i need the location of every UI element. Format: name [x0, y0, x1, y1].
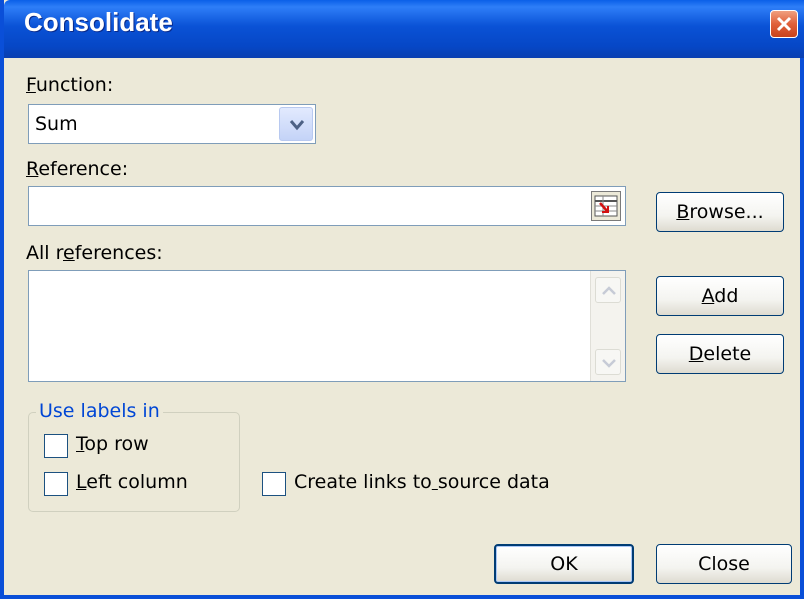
close-window-button[interactable] [770, 10, 798, 38]
chevron-down-icon [289, 120, 305, 131]
all-references-label-start: All r [26, 242, 63, 264]
browse-button[interactable]: Browse... [656, 192, 784, 232]
ok-button[interactable]: OK [494, 544, 634, 584]
use-labels-legend: Use labels in [36, 400, 163, 422]
vertical-scrollbar[interactable] [590, 271, 625, 381]
delete-button[interactable]: Delete [656, 334, 784, 374]
function-value: Sum [35, 113, 78, 135]
add-mnemonic: A [701, 285, 715, 307]
create-links-label[interactable]: Create links to source data [294, 471, 550, 493]
use-labels-group [28, 412, 240, 512]
all-references-label: All references: [26, 242, 163, 264]
left-column-checkbox[interactable] [44, 472, 68, 496]
reference-label-rest: eference: [38, 158, 129, 180]
all-references-list[interactable] [28, 270, 626, 382]
top-row-checkbox[interactable] [44, 434, 68, 458]
create-links-start: Create links to [294, 471, 432, 493]
reference-input[interactable] [28, 186, 626, 226]
add-button[interactable]: Add [656, 276, 784, 316]
title-bar[interactable]: Consolidate [4, 0, 804, 58]
all-references-label-rest: ferences: [74, 242, 163, 264]
function-label-mnemonic: F [26, 74, 36, 96]
function-label-rest: unction: [35, 74, 114, 96]
function-label: Function: [26, 74, 113, 96]
collapse-dialog-button[interactable] [591, 191, 621, 221]
reference-label-mnemonic: R [26, 158, 39, 180]
close-button[interactable]: Close [656, 544, 792, 584]
create-links-rest: source data [437, 471, 550, 493]
browse-mnemonic: B [676, 201, 690, 223]
consolidate-dialog: Consolidate Function: Sum Reference: Bro… [0, 0, 804, 599]
scroll-up-button[interactable] [595, 277, 621, 303]
function-combobox[interactable]: Sum [28, 104, 316, 144]
top-row-rest: op row [84, 433, 149, 455]
window-title: Consolidate [24, 7, 173, 37]
delete-rest: elete [703, 343, 752, 365]
top-row-label[interactable]: Top row [76, 433, 149, 455]
reference-label: Reference: [26, 158, 128, 180]
left-column-rest: eft column [86, 471, 188, 493]
scroll-down-button[interactable] [595, 349, 621, 375]
delete-mnemonic: D [688, 343, 704, 365]
close-icon [776, 16, 792, 32]
chevron-down-icon [602, 359, 616, 368]
left-column-label[interactable]: Left column [76, 471, 188, 493]
left-column-mnemonic: L [76, 471, 87, 493]
browse-rest: rowse... [689, 201, 764, 223]
all-references-mnemonic: e [63, 242, 75, 264]
range-select-icon [594, 195, 618, 217]
chevron-up-icon [602, 286, 616, 295]
add-rest: dd [714, 285, 739, 307]
create-links-checkbox[interactable] [262, 472, 286, 496]
function-dropdown-button[interactable] [279, 107, 313, 141]
